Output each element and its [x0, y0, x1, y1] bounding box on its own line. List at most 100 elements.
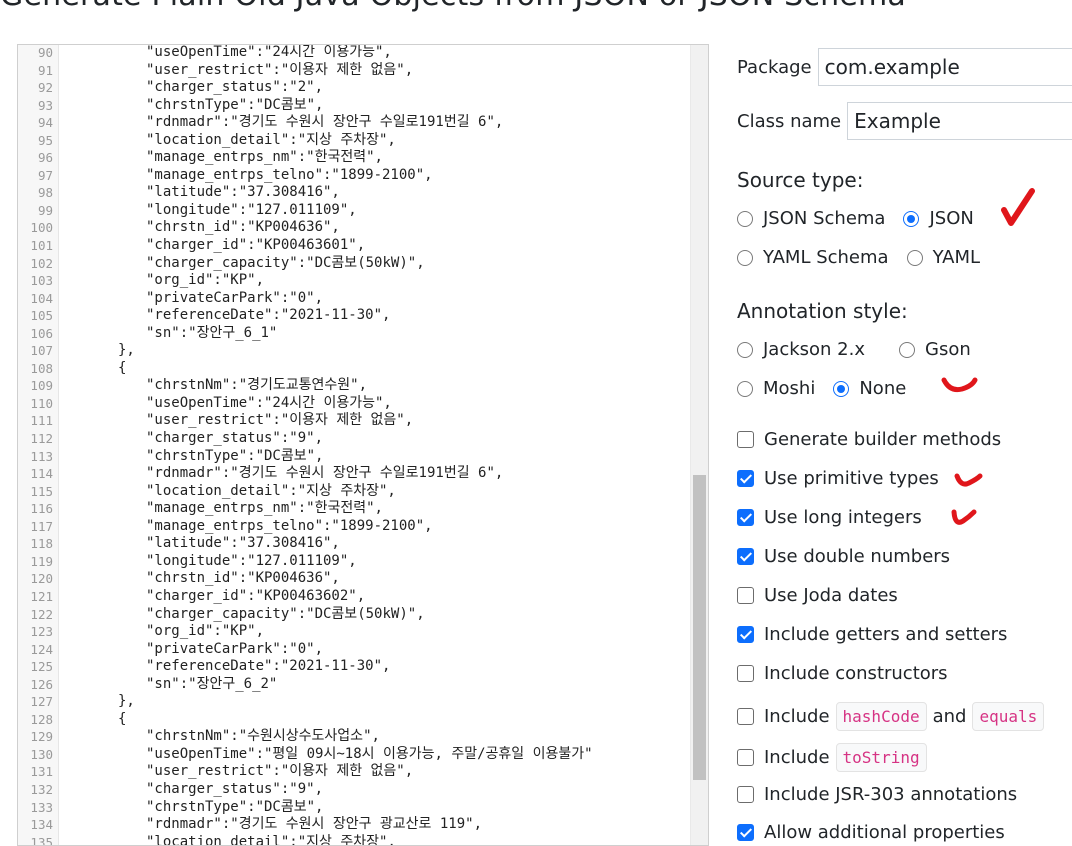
line-number: 93 [37, 97, 53, 113]
code-text: "charger_capacity":"DC콤보(50kW)", [146, 605, 425, 622]
checkbox-option[interactable]: Include constructors [737, 663, 948, 684]
line-number: 107 [30, 343, 53, 359]
radio-json-control[interactable] [903, 210, 920, 227]
checkbox-option[interactable]: Use double numbers [737, 546, 950, 567]
json-editor[interactable]: 90 "useOpenTime":"24시간 이용가능", 91 "user_rest… [17, 44, 709, 846]
code-text: "chrstnType":"DC콤보", [146, 96, 324, 113]
radio-json[interactable]: JSON [903, 208, 974, 229]
code-line: 101 "charger_id":"KP00463601", [18, 237, 690, 255]
annotation-style-title: Annotation style: [737, 299, 908, 323]
checkbox-label: Allow additional properties [764, 822, 1005, 843]
radio-none[interactable]: None [833, 378, 906, 399]
code-text: "sn":"장안구_6_2" [146, 675, 278, 692]
code-line: 119 "longitude":"127.011109", [18, 553, 690, 571]
checkbox-option[interactable]: Include toString [737, 743, 933, 772]
code-line: 94 "rdnmadr":"경기도 수원시 장안구 수일로191번길 6", [18, 114, 690, 132]
checkbox-option[interactable]: Include getters and setters [737, 624, 1007, 645]
checkbox-label: Include JSR-303 annotations [764, 784, 1017, 805]
code-line: 115 "location_detail":"지상 주차장", [18, 483, 690, 501]
checkbox-control[interactable] [737, 665, 754, 682]
checkbox-control[interactable] [737, 749, 754, 766]
radio-none-control[interactable] [833, 380, 850, 397]
radio-jackson[interactable]: Jackson 2.x [737, 339, 865, 360]
red-checkmark-annotation [1001, 188, 1035, 226]
editor-scrollbar[interactable] [690, 45, 708, 845]
package-row: Package [737, 48, 1072, 86]
source-type-row-2: YAML Schema YAML [737, 247, 998, 268]
classname-input[interactable] [847, 102, 1072, 140]
checkbox-control[interactable] [737, 786, 754, 803]
checkbox-option[interactable]: Include JSR-303 annotations [737, 784, 1017, 805]
checkbox-control[interactable] [737, 470, 754, 487]
checkbox-label: Use primitive types [764, 468, 939, 489]
code-text: "useOpenTime":"24시간 이용가능", [146, 394, 392, 411]
checkbox-label: Use long integers [764, 507, 922, 528]
checkbox-control[interactable] [737, 708, 754, 725]
checkbox-control[interactable] [737, 509, 754, 526]
code-text: "latitude":"37.308416", [146, 184, 340, 201]
code-text: "location_detail":"지상 주차장", [146, 482, 396, 499]
line-number: 109 [30, 378, 53, 394]
line-number: 97 [37, 167, 53, 183]
code-text: "rdnmadr":"경기도 수원시 장안구 수일로191번길 6", [146, 114, 504, 131]
radio-yaml-schema[interactable]: YAML Schema [737, 247, 889, 268]
checkbox-label: Include constructors [764, 663, 948, 684]
line-number: 115 [30, 483, 53, 499]
line-number: 114 [30, 466, 53, 482]
radio-moshi-control[interactable] [737, 380, 753, 397]
line-number: 104 [30, 290, 53, 306]
radio-moshi-label: Moshi [763, 378, 816, 399]
checkbox-option[interactable]: Allow additional properties [737, 822, 1005, 843]
radio-yaml[interactable]: YAML [906, 247, 980, 268]
checkbox-label-text: Include [764, 706, 830, 727]
line-number: 96 [37, 150, 53, 166]
radio-gson[interactable]: Gson [899, 339, 971, 360]
source-type-row-1: JSON Schema JSON [737, 208, 992, 229]
line-number: 95 [37, 132, 53, 148]
checkbox-control[interactable] [737, 824, 754, 841]
checkbox-option[interactable]: Include hashCode and equals [737, 702, 1050, 731]
line-number: 117 [30, 518, 53, 534]
radio-yaml-control[interactable] [906, 249, 923, 266]
code-text: "longitude":"127.011109", [146, 552, 357, 569]
source-type-title: Source type: [737, 168, 864, 192]
checkbox-control[interactable] [737, 587, 754, 604]
code-text: "rdnmadr":"경기도 수원시 장안구 수일로191번길 6", [146, 465, 504, 482]
code-line: 121 "charger_id":"KP00463602", [18, 588, 690, 606]
code-text: "manage_entrps_telno":"1899-2100", [146, 166, 433, 183]
checkbox-option[interactable]: Use Joda dates [737, 585, 898, 606]
line-number: 91 [37, 62, 53, 78]
code-text: "charger_status":"2", [146, 79, 324, 96]
checkbox-option[interactable]: Use long integers [737, 507, 922, 528]
line-number: 125 [30, 659, 53, 675]
checkbox-option[interactable]: Generate builder methods [737, 429, 1001, 450]
package-input[interactable] [817, 48, 1072, 86]
radio-moshi[interactable]: Moshi [737, 378, 815, 399]
checkbox-label-mid: and [932, 706, 967, 727]
radio-yaml-schema-control[interactable] [737, 249, 753, 266]
code-text: { [118, 359, 127, 376]
checkbox-control[interactable] [737, 626, 754, 643]
code-line: 133 "chrstnType":"DC콤보", [18, 799, 690, 817]
radio-gson-label: Gson [925, 339, 971, 360]
radio-gson-control[interactable] [899, 341, 916, 358]
line-number: 127 [30, 694, 53, 710]
checkbox-control[interactable] [737, 548, 754, 565]
code-text: "manage_entrps_nm":"한국전력", [146, 149, 383, 166]
code-line: 108 { [18, 360, 690, 378]
code-lines[interactable]: 90 "useOpenTime":"24시간 이용가능", 91 "user_rest… [18, 44, 690, 845]
line-number: 90 [37, 45, 53, 60]
checkbox-control[interactable] [737, 431, 754, 448]
code-line: 118 "latitude":"37.308416", [18, 535, 690, 553]
checkbox-label: Use Joda dates [764, 585, 898, 606]
checkbox-option[interactable]: Use primitive types [737, 468, 939, 489]
code-text: "useOpenTime":"24시간 이용가능", [146, 44, 392, 60]
red-tick-annotation-primitive [954, 473, 983, 487]
radio-json-schema-control[interactable] [737, 210, 753, 227]
radio-jackson-control[interactable] [737, 341, 753, 358]
code-line: 100 "chrstn_id":"KP004636", [18, 219, 690, 237]
radio-json-schema[interactable]: JSON Schema [737, 208, 885, 229]
scrollbar-thumb[interactable] [693, 475, 706, 780]
code-text: { [118, 710, 127, 727]
code-text: "org_id":"KP", [146, 623, 265, 640]
